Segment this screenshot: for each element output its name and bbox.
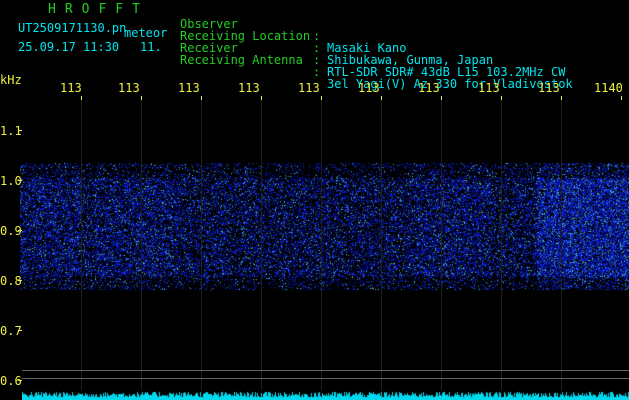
station-label: Receiving Antenna [180,53,303,67]
y-tick-mark [18,230,22,231]
vertical-gridline [441,100,442,400]
y-tick-mark [18,180,22,181]
reference-line [22,378,629,379]
y-tick-mark [18,380,22,381]
y-tick-label: 1.0 [0,174,22,188]
vertical-gridline [261,100,262,400]
vertical-gridline [81,100,82,400]
vertical-gridline [561,100,562,400]
vertical-gridline [501,100,502,400]
x-tick-label: 113 [118,81,140,95]
y-tick-mark [18,330,22,331]
noise-floor-bar [22,390,629,400]
y-tick-label: 0.9 [0,224,22,238]
x-tick-label: 113 [418,81,440,95]
x-tick-label: 113 [238,81,260,95]
vertical-gridline [321,100,322,400]
x-tick-label: 113 [358,81,380,95]
vertical-gridline [381,100,382,400]
y-unit-label: kHz [0,73,22,87]
x-tick-label: 1140 [594,81,623,95]
y-tick-label: 0.6 [0,374,22,388]
station-colon: : [313,65,321,79]
vertical-gridline [201,100,202,400]
y-tick-mark [18,280,22,281]
x-tick-label: 113 [60,81,82,95]
spectrogram [20,100,629,400]
y-tick-label: 0.8 [0,274,22,288]
x-tick-label: 113 [478,81,500,95]
x-tick-label: 113 [298,81,320,95]
y-tick-label: 1.1 [0,124,22,138]
y-tick-mark [18,130,22,131]
x-tick-label: 113 [538,81,560,95]
reference-line [22,370,629,371]
x-tick-label: 113 [178,81,200,95]
y-tick-label: 0.7 [0,324,22,338]
vertical-gridline [141,100,142,400]
